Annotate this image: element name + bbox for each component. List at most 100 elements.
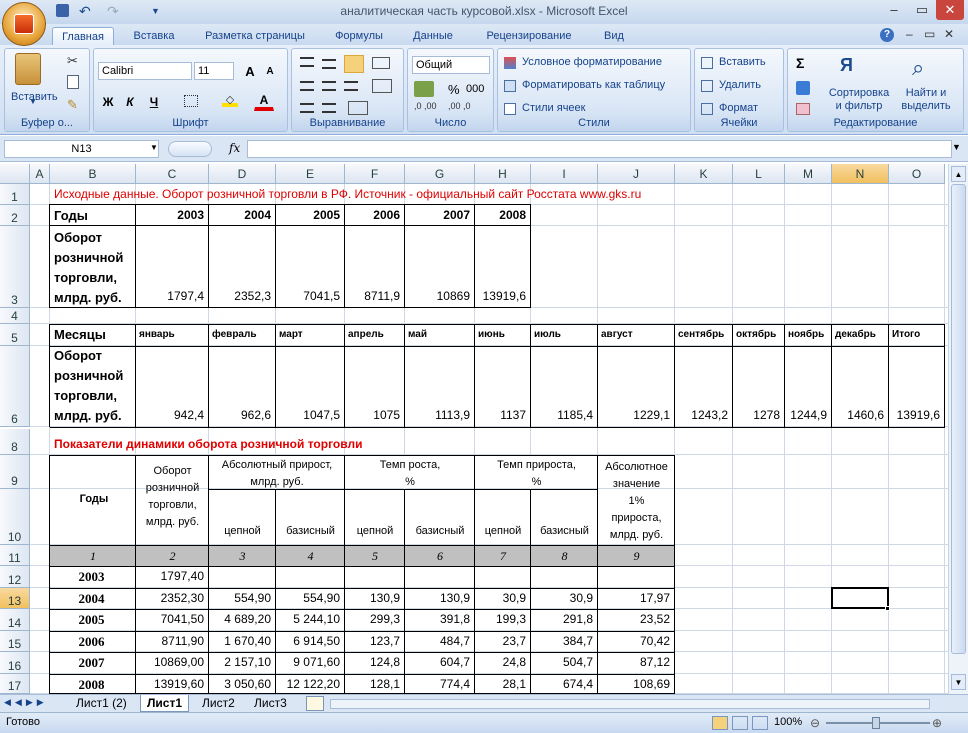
column-header-i[interactable]: I [531,164,598,184]
monthly-value[interactable]: 1244,9 [785,408,829,424]
value-cell[interactable]: 774,4 [405,677,472,693]
value-cell[interactable]: 2 157,10 [209,655,273,671]
ribbon-close-icon[interactable]: ✕ [944,27,954,41]
value-cell[interactable]: 30,9 [475,591,528,607]
zoom-level[interactable]: 100% [774,716,802,728]
value-cell[interactable]: 12 122,20 [276,677,342,693]
value-cell[interactable]: 70,42 [598,634,672,650]
header-increase[interactable]: % [475,476,598,492]
formula-expand-icon[interactable]: ▼ [952,142,961,152]
turnover-label[interactable]: Оборот [52,348,136,366]
align-center-icon[interactable] [322,81,336,91]
fill-color-icon[interactable]: ◇ [222,93,238,107]
column-index[interactable]: 9 [598,549,675,565]
header-abs[interactable]: Абсолютный прирост, [209,459,345,475]
value-cell[interactable]: 5 244,10 [276,612,342,628]
name-box-dropdown-icon[interactable]: ▼ [150,143,158,152]
header-base[interactable]: базисный [276,525,345,541]
value-cell[interactable] [531,569,595,585]
copy-icon[interactable] [67,75,79,89]
percent-button[interactable]: % [448,82,460,97]
find-select-button[interactable]: Найти и выделить [894,87,958,113]
months-label[interactable]: Месяцы [52,327,132,343]
column-header-a[interactable]: A [30,164,50,184]
scroll-thumb[interactable] [951,184,966,654]
year-header[interactable]: 2004 [209,208,273,224]
year-cell[interactable]: 2006 [50,634,133,650]
number-format-select[interactable]: Общий [412,56,490,74]
header-one-percent[interactable]: млрд. руб. [598,529,675,545]
column-header-b[interactable]: B [50,164,136,184]
month-header[interactable]: февраль [210,329,275,343]
shrink-font-button[interactable]: A [260,61,280,81]
value-cell[interactable]: 10869,00 [136,655,206,671]
value-cell[interactable]: 130,9 [345,591,402,607]
header-base[interactable]: базисный [405,525,475,541]
clear-icon[interactable] [796,103,810,115]
header-one-percent[interactable]: Абсолютное [598,461,675,477]
year-cell[interactable]: 2005 [50,612,133,628]
monthly-value[interactable]: 1460,6 [832,408,886,424]
monthly-value[interactable]: 1278 [733,408,782,424]
value-cell[interactable]: 9 071,60 [276,655,342,671]
row-header-15[interactable]: 15 [0,631,30,652]
header-chain[interactable]: цепной [475,525,531,541]
value-cell[interactable] [475,569,528,585]
value-cell[interactable]: 28,1 [475,677,528,693]
year-cell[interactable]: 2004 [50,591,133,607]
column-header-e[interactable]: E [276,164,345,184]
format-cells-button[interactable]: Формат [719,102,758,114]
column-index[interactable]: 3 [209,549,276,565]
formula-input[interactable] [247,140,952,158]
header-turnover[interactable]: торговли, [136,499,209,515]
autosum-button[interactable]: Σ [796,55,804,71]
header-chain[interactable]: цепной [345,525,405,541]
value-cell[interactable]: 6 914,50 [276,634,342,650]
row-header-13[interactable]: 13 [0,588,30,609]
monthly-value[interactable]: 1185,4 [531,408,595,424]
value-cell[interactable]: 128,1 [345,677,402,693]
value-cell[interactable]: 1797,40 [136,569,206,585]
year-header[interactable]: 2007 [405,208,472,224]
align-right-icon[interactable] [344,81,358,91]
tab-home[interactable]: Главная [52,27,114,46]
conditional-format-button[interactable]: Условное форматирование [522,56,662,68]
value-cell[interactable]: 299,3 [345,612,402,628]
column-index[interactable]: 8 [531,549,598,565]
bold-button[interactable]: Ж [98,91,118,111]
font-name-select[interactable]: Calibri [98,62,192,80]
years-label[interactable]: Годы [52,208,132,224]
align-top-icon[interactable] [300,57,314,67]
value-cell[interactable] [276,569,342,585]
tab-view[interactable]: Вид [594,27,634,46]
zoom-out-icon[interactable]: ⊖ [810,716,820,730]
monthly-value[interactable]: 1075 [345,408,402,424]
header-base[interactable]: базисный [531,525,598,541]
year-header[interactable]: 2003 [136,208,206,224]
insert-function-icon[interactable]: fx [229,141,240,155]
thousands-button[interactable]: 000 [466,83,484,95]
sort-filter-button[interactable]: Сортировка и фильтр [826,87,892,113]
vertical-scrollbar[interactable]: ▲ ▼ [948,164,968,694]
value-cell[interactable]: 604,7 [405,655,472,671]
tab-page-layout[interactable]: Разметка страницы [196,27,314,46]
scroll-up-icon[interactable]: ▲ [951,166,966,182]
header-turnover[interactable]: Оборот [136,465,209,481]
sheet-tab[interactable]: Лист3 [248,695,293,712]
borders-icon[interactable] [184,95,198,107]
cell-styles-button[interactable]: Стили ячеек [522,102,585,114]
value-cell[interactable]: 17,97 [598,591,672,607]
header-years[interactable]: Годы [52,493,136,509]
monthly-value[interactable]: 13919,6 [889,408,942,424]
horizontal-scrollbar[interactable] [330,699,930,709]
formula-cancel-enter-icon[interactable] [168,141,212,157]
underline-button[interactable]: Ч [144,91,164,111]
header-one-percent[interactable]: 1% [598,495,675,511]
year-header[interactable]: 2006 [345,208,402,224]
month-header[interactable]: январь [137,329,208,343]
monthly-value[interactable]: 1113,9 [405,408,472,424]
month-header[interactable]: сентябрь [676,329,732,343]
fill-icon[interactable] [796,81,810,95]
tab-insert[interactable]: Вставка [124,27,184,46]
turnover-value[interactable]: 10869 [405,289,472,305]
